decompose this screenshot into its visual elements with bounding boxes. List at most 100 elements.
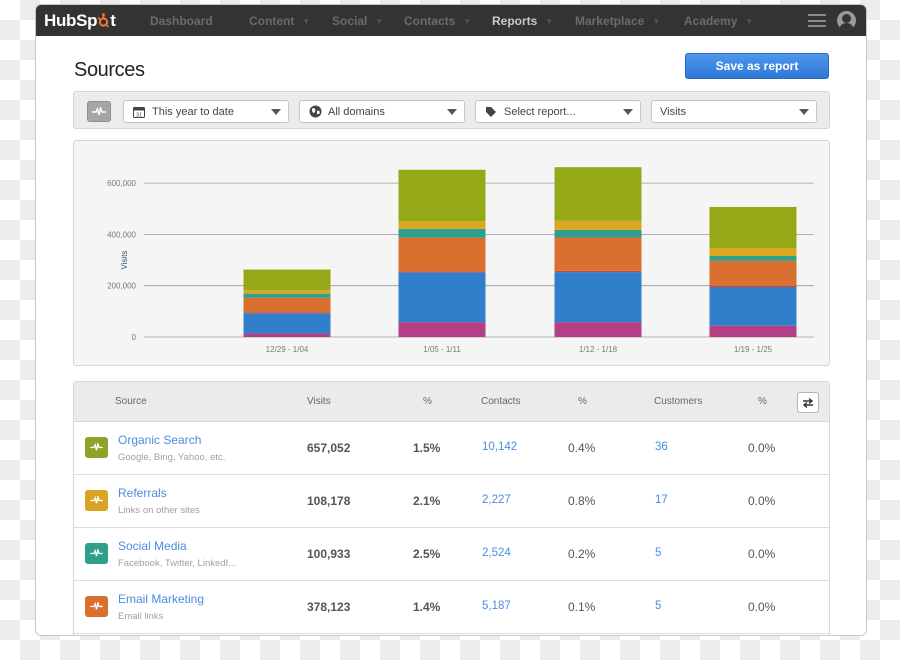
bar-segment-magenta[interactable] — [398, 322, 486, 337]
nav-social-label: Social — [332, 14, 368, 28]
hubspot-logo[interactable]: HubSp t — [44, 11, 149, 31]
bar-segment-email-marketing[interactable] — [243, 297, 331, 313]
header-visits-pct[interactable]: % — [423, 396, 432, 407]
bar-segment-organic-search[interactable] — [243, 269, 331, 291]
visits-pct-value: 1.5% — [413, 441, 441, 455]
bar-segment-email-marketing[interactable] — [554, 237, 642, 271]
customers-pct-value: 0.0% — [748, 441, 776, 455]
sprocket-icon — [97, 13, 110, 28]
bar-segment-red[interactable] — [709, 285, 797, 287]
bar-segment-magenta[interactable] — [709, 325, 797, 337]
nav-marketplace[interactable]: Marketplace ▼ — [575, 14, 660, 28]
bar-segment-blue[interactable] — [243, 313, 331, 334]
bar-segment-email-marketing[interactable] — [398, 237, 486, 272]
customers-link[interactable]: 17 — [655, 494, 668, 506]
contacts-pct-value: 0.8% — [568, 494, 596, 508]
header-customers-pct[interactable]: % — [758, 396, 767, 407]
nav-reports[interactable]: Reports ▼ — [492, 14, 553, 28]
top-navigation: HubSp t Dashboard Content ▼ Social ▼ Conta… — [36, 5, 866, 36]
x-tick-label: 1/12 - 1/18 — [579, 345, 618, 354]
visits-value: 100,933 — [307, 547, 351, 561]
source-name-link[interactable]: Social Media — [118, 539, 187, 553]
header-contacts[interactable]: Contacts — [481, 396, 520, 407]
bar-segment-organic-search[interactable] — [398, 169, 486, 222]
nav-dashboard[interactable]: Dashboard — [150, 14, 213, 28]
source-icon — [85, 490, 108, 511]
domains-value: All domains — [328, 105, 385, 118]
nav-social[interactable]: Social ▼ — [332, 14, 383, 28]
header-visits[interactable]: Visits — [307, 396, 331, 407]
x-tick-label: 12/29 - 1/04 — [266, 345, 309, 354]
hamburger-menu-icon[interactable] — [808, 14, 826, 27]
app-window: HubSp t Dashboard Content ▼ Social ▼ Conta… — [35, 4, 867, 636]
bar-segment-social-media[interactable] — [554, 229, 642, 238]
globe-icon — [308, 105, 322, 119]
contacts-link[interactable]: 10,142 — [482, 441, 517, 453]
table-header: Source Visits % Contacts % Customers % — [74, 382, 829, 422]
bar-segment-red[interactable] — [554, 270, 642, 273]
bar-segment-red[interactable] — [398, 271, 486, 273]
customers-link[interactable]: 5 — [655, 547, 661, 559]
pulse-icon — [90, 496, 103, 504]
table-row: Organic Search Google, Bing, Yahoo, etc.… — [74, 422, 829, 475]
header-source[interactable]: Source — [115, 396, 147, 407]
source-name-link[interactable]: Email Marketing — [118, 592, 204, 606]
nav-reports-label: Reports — [492, 14, 538, 28]
pulse-icon — [90, 549, 103, 557]
visits-value: 657,052 — [307, 441, 351, 455]
filter-bar: 31 This year to date All domains Select … — [73, 91, 830, 129]
header-customers[interactable]: Customers — [654, 396, 702, 407]
bar-segment-social-media[interactable] — [709, 255, 797, 261]
bar-segment-organic-search[interactable] — [554, 167, 642, 221]
save-as-report-button[interactable]: Save as report — [685, 53, 829, 79]
customers-pct-value: 0.0% — [748, 600, 776, 614]
sources-chart: 0 200,000 400,000 600,000 Visits 12/29 - 1/04… — [73, 140, 830, 366]
table-row: Referrals Links on other sites 108,178 2… — [74, 475, 829, 528]
customers-link[interactable]: 5 — [655, 600, 661, 612]
header-contacts-pct[interactable]: % — [578, 396, 587, 407]
page-title: Sources — [74, 59, 145, 81]
bar-segment-referrals[interactable] — [398, 221, 486, 229]
bar-segment-blue[interactable] — [554, 272, 642, 323]
source-icon — [85, 596, 108, 617]
contacts-link[interactable]: 5,187 — [482, 600, 511, 612]
bar-segment-referrals[interactable] — [554, 220, 642, 230]
chevron-down-icon: ▼ — [745, 16, 754, 26]
bar-segment-blue[interactable] — [398, 272, 486, 323]
source-description: Facebook, Twitter, LinkedI... — [118, 558, 237, 569]
bar-segment-referrals[interactable] — [243, 290, 331, 294]
nav-academy[interactable]: Academy ▼ — [684, 14, 753, 28]
nav-content[interactable]: Content ▼ — [249, 14, 310, 28]
calendar-icon: 31 — [132, 105, 146, 119]
bar-segment-organic-search[interactable] — [709, 206, 797, 248]
nav-contacts[interactable]: Contacts ▼ — [404, 14, 471, 28]
date-range-select[interactable]: 31 This year to date — [123, 100, 289, 123]
bar-segment-referrals[interactable] — [709, 247, 797, 256]
contacts-link[interactable]: 2,524 — [482, 547, 511, 559]
bar-segment-magenta[interactable] — [554, 322, 642, 337]
source-name-link[interactable]: Organic Search — [118, 433, 201, 447]
chevron-down-icon: ▼ — [302, 16, 311, 26]
bar-segment-email-marketing[interactable] — [709, 260, 797, 286]
y-tick-label: 400,000 — [107, 230, 136, 239]
user-avatar-icon[interactable] — [837, 11, 856, 30]
contacts-link[interactable]: 2,227 — [482, 494, 511, 506]
nav-content-label: Content — [249, 14, 295, 28]
source-name-link[interactable]: Referrals — [118, 486, 167, 500]
metric-select[interactable]: Visits — [651, 100, 817, 123]
bar-segment-magenta[interactable] — [243, 333, 331, 337]
x-tick-label: 1/19 - 1/25 — [734, 345, 773, 354]
swap-columns-button[interactable] — [797, 392, 819, 413]
bar-segment-blue[interactable] — [709, 286, 797, 326]
sources-table: Source Visits % Contacts % Customers % O… — [73, 381, 830, 635]
bar-segment-red[interactable] — [243, 312, 331, 314]
customers-link[interactable]: 36 — [655, 441, 668, 453]
chevron-down-icon: ▼ — [545, 16, 554, 26]
customers-pct-value: 0.0% — [748, 494, 776, 508]
bar-segment-social-media[interactable] — [243, 293, 331, 298]
report-select[interactable]: Select report... — [475, 100, 641, 123]
bar-segment-social-media[interactable] — [398, 228, 486, 238]
domains-select[interactable]: All domains — [299, 100, 465, 123]
sources-toggle-button[interactable] — [87, 101, 111, 122]
source-icon — [85, 437, 108, 458]
